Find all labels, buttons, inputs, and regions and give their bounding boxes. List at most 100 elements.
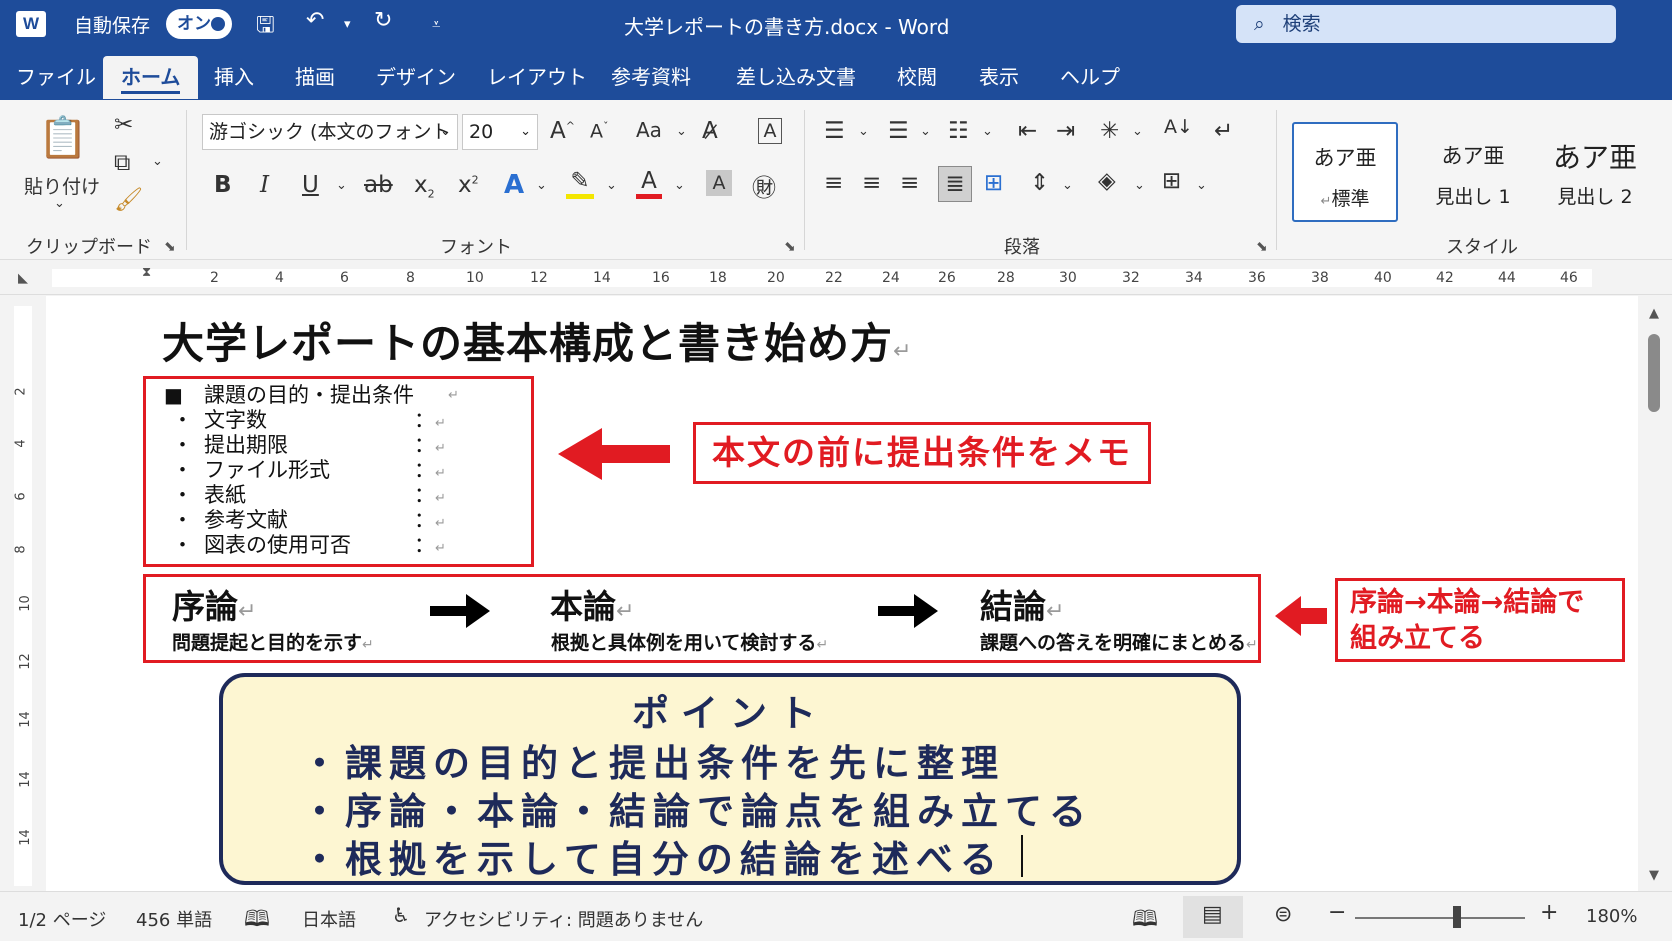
font-size-dropdown[interactable]: 20 ⌄ — [462, 114, 538, 150]
undo-dropdown-chevron-icon[interactable]: ▾ — [344, 17, 351, 32]
paste-dropdown-chevron-icon[interactable]: ⌄ — [54, 196, 65, 211]
paragraph-launcher-icon[interactable]: ⬊ — [1256, 239, 1268, 255]
distributed-icon[interactable]: ⊞ — [984, 170, 1003, 196]
font-color-chevron-icon[interactable]: ⌄ — [674, 178, 685, 193]
grow-font-icon[interactable]: A^ — [550, 118, 575, 144]
clipboard-launcher-icon[interactable]: ⬊ — [164, 239, 176, 255]
proofing-book-icon[interactable]: 🕮 — [244, 902, 270, 940]
underline-icon[interactable]: U — [302, 172, 319, 198]
numbering-chevron-icon[interactable]: ⌄ — [920, 124, 931, 139]
search-box[interactable]: ⌕ 検索 — [1236, 5, 1616, 43]
autosave-toggle[interactable]: オン — [166, 9, 232, 39]
redo-icon[interactable]: ↻ — [374, 8, 392, 33]
font-name-dropdown[interactable]: 游ゴシック (本文のフォント ⌄ — [202, 114, 458, 150]
style-heading2-preview[interactable]: あア亜 — [1540, 136, 1650, 176]
underline-chevron-icon[interactable]: ⌄ — [336, 178, 347, 193]
tab-selector-icon[interactable]: ◣ — [18, 271, 28, 286]
tab-review[interactable]: 校閲 — [897, 61, 937, 90]
scroll-down-icon[interactable]: ▼ — [1649, 868, 1659, 883]
zoom-in-icon[interactable]: + — [1540, 900, 1558, 925]
enclose-characters-icon[interactable]: ㊖ — [752, 168, 776, 203]
tab-layout[interactable]: レイアウト — [487, 61, 587, 90]
horizontal-ruler[interactable]: ◣ ⧗ 2 4 6 8 10 12 14 16 18 20 22 24 26 2… — [0, 261, 1672, 295]
style-normal[interactable]: あア亜 ↵標準 — [1292, 122, 1398, 222]
line-spacing-chevron-icon[interactable]: ⌄ — [1062, 178, 1073, 193]
align-center-icon[interactable]: ≡ — [862, 170, 881, 196]
tab-design[interactable]: デザイン — [376, 61, 456, 90]
vertical-ruler[interactable]: 2 4 6 8 10 12 14 14 14 — [0, 296, 46, 891]
cut-icon[interactable]: ✂ — [114, 112, 133, 138]
copy-chevron-icon[interactable]: ⌄ — [152, 154, 163, 169]
text-effects-chevron-icon[interactable]: ⌄ — [536, 178, 547, 193]
change-case-button[interactable]: Aa — [636, 118, 662, 142]
justify-icon[interactable]: ≣ — [938, 166, 972, 202]
tab-file[interactable]: ファイル — [16, 61, 96, 90]
show-formatting-icon[interactable]: ↵ — [1214, 118, 1233, 144]
asian-layout-chevron-icon[interactable]: ⌄ — [1132, 124, 1143, 139]
bullets-icon[interactable]: ☰ — [824, 118, 845, 144]
tab-references[interactable]: 参考資料 — [611, 61, 691, 90]
shading-chevron-icon[interactable]: ⌄ — [1134, 178, 1145, 193]
tab-help[interactable]: ヘルプ — [1060, 61, 1120, 90]
borders-chevron-icon[interactable]: ⌄ — [1196, 178, 1207, 193]
read-mode-icon[interactable]: 🕮 — [1132, 902, 1158, 940]
language-indicator[interactable]: 日本語 — [302, 906, 356, 932]
borders-icon[interactable]: ⊞ — [1162, 168, 1181, 194]
tab-draw[interactable]: 描画 — [295, 61, 335, 90]
indent-marker-icon[interactable]: ⧗ — [142, 265, 151, 280]
bullets-chevron-icon[interactable]: ⌄ — [858, 124, 869, 139]
tab-mailings[interactable]: 差し込み文書 — [736, 61, 856, 90]
undo-icon[interactable]: ↶ — [306, 8, 324, 33]
zoom-level[interactable]: 180% — [1586, 906, 1637, 927]
page-count[interactable]: 1/2 ページ — [18, 906, 106, 932]
superscript-icon[interactable]: x2 — [458, 172, 479, 198]
tab-view[interactable]: 表示 — [979, 61, 1019, 90]
subscript-icon[interactable]: x2 — [414, 172, 435, 201]
sort-icon[interactable]: A↓ — [1164, 116, 1193, 138]
style-heading2-name[interactable]: 見出し 2 — [1540, 182, 1650, 209]
save-icon[interactable]: 🖫 — [256, 8, 275, 46]
zoom-slider-thumb[interactable] — [1453, 906, 1461, 928]
character-shading-icon[interactable]: A — [706, 170, 732, 196]
scroll-thumb[interactable] — [1648, 334, 1660, 412]
print-layout-icon[interactable]: ▤ — [1202, 902, 1223, 927]
accessibility-status[interactable]: アクセシビリティ: 問題ありません — [424, 906, 703, 932]
character-border-icon[interactable]: A — [758, 118, 782, 144]
line-spacing-icon[interactable]: ⇕ — [1030, 170, 1049, 196]
italic-icon[interactable]: I — [260, 172, 269, 198]
numbering-icon[interactable]: ☰ — [888, 118, 909, 144]
paste-button[interactable]: 貼り付け — [24, 172, 100, 199]
highlight-chevron-icon[interactable]: ⌄ — [606, 178, 617, 193]
bold-icon[interactable]: B — [214, 172, 232, 198]
format-painter-icon[interactable]: 🖌 — [114, 186, 143, 213]
web-layout-icon[interactable]: ⊜ — [1274, 902, 1292, 927]
font-color-icon[interactable]: A — [636, 168, 662, 199]
tab-insert[interactable]: 挿入 — [214, 61, 254, 90]
accessibility-icon[interactable]: ♿ — [392, 903, 410, 927]
paste-icon[interactable]: 📋 — [38, 114, 88, 161]
increase-indent-icon[interactable]: ⇥ — [1056, 118, 1075, 144]
zoom-out-icon[interactable]: − — [1328, 900, 1346, 925]
decrease-indent-icon[interactable]: ⇤ — [1018, 118, 1037, 144]
shading-icon[interactable]: ◈ — [1098, 168, 1116, 194]
vertical-scrollbar[interactable]: ▲ ▼ — [1638, 296, 1672, 891]
copy-icon[interactable]: ⧉ — [114, 150, 130, 176]
shrink-font-icon[interactable]: Aˇ — [590, 120, 609, 142]
multilevel-chevron-icon[interactable]: ⌄ — [982, 124, 993, 139]
style-heading1-name[interactable]: 見出し 1 — [1418, 182, 1528, 209]
align-left-icon[interactable]: ≡ — [824, 170, 843, 196]
scroll-up-icon[interactable]: ▲ — [1649, 306, 1659, 321]
multilevel-list-icon[interactable]: ☷ — [948, 118, 969, 144]
highlight-icon[interactable]: ✎ — [566, 168, 594, 199]
customize-quick-access-icon[interactable]: ⩡ — [432, 15, 440, 33]
strikethrough-icon[interactable]: ab — [364, 172, 393, 198]
asian-layout-icon[interactable]: ✳ — [1100, 118, 1119, 144]
change-case-chevron-icon[interactable]: ⌄ — [676, 124, 687, 139]
tab-home[interactable]: ホーム — [103, 56, 199, 99]
style-heading1-preview[interactable]: あア亜 — [1418, 140, 1528, 170]
clear-formatting-icon[interactable]: A̷ — [702, 118, 718, 144]
zoom-slider-track[interactable] — [1355, 917, 1525, 919]
text-effects-icon[interactable]: A — [504, 170, 524, 200]
word-count[interactable]: 456 単語 — [136, 906, 212, 932]
align-right-icon[interactable]: ≡ — [900, 170, 919, 196]
